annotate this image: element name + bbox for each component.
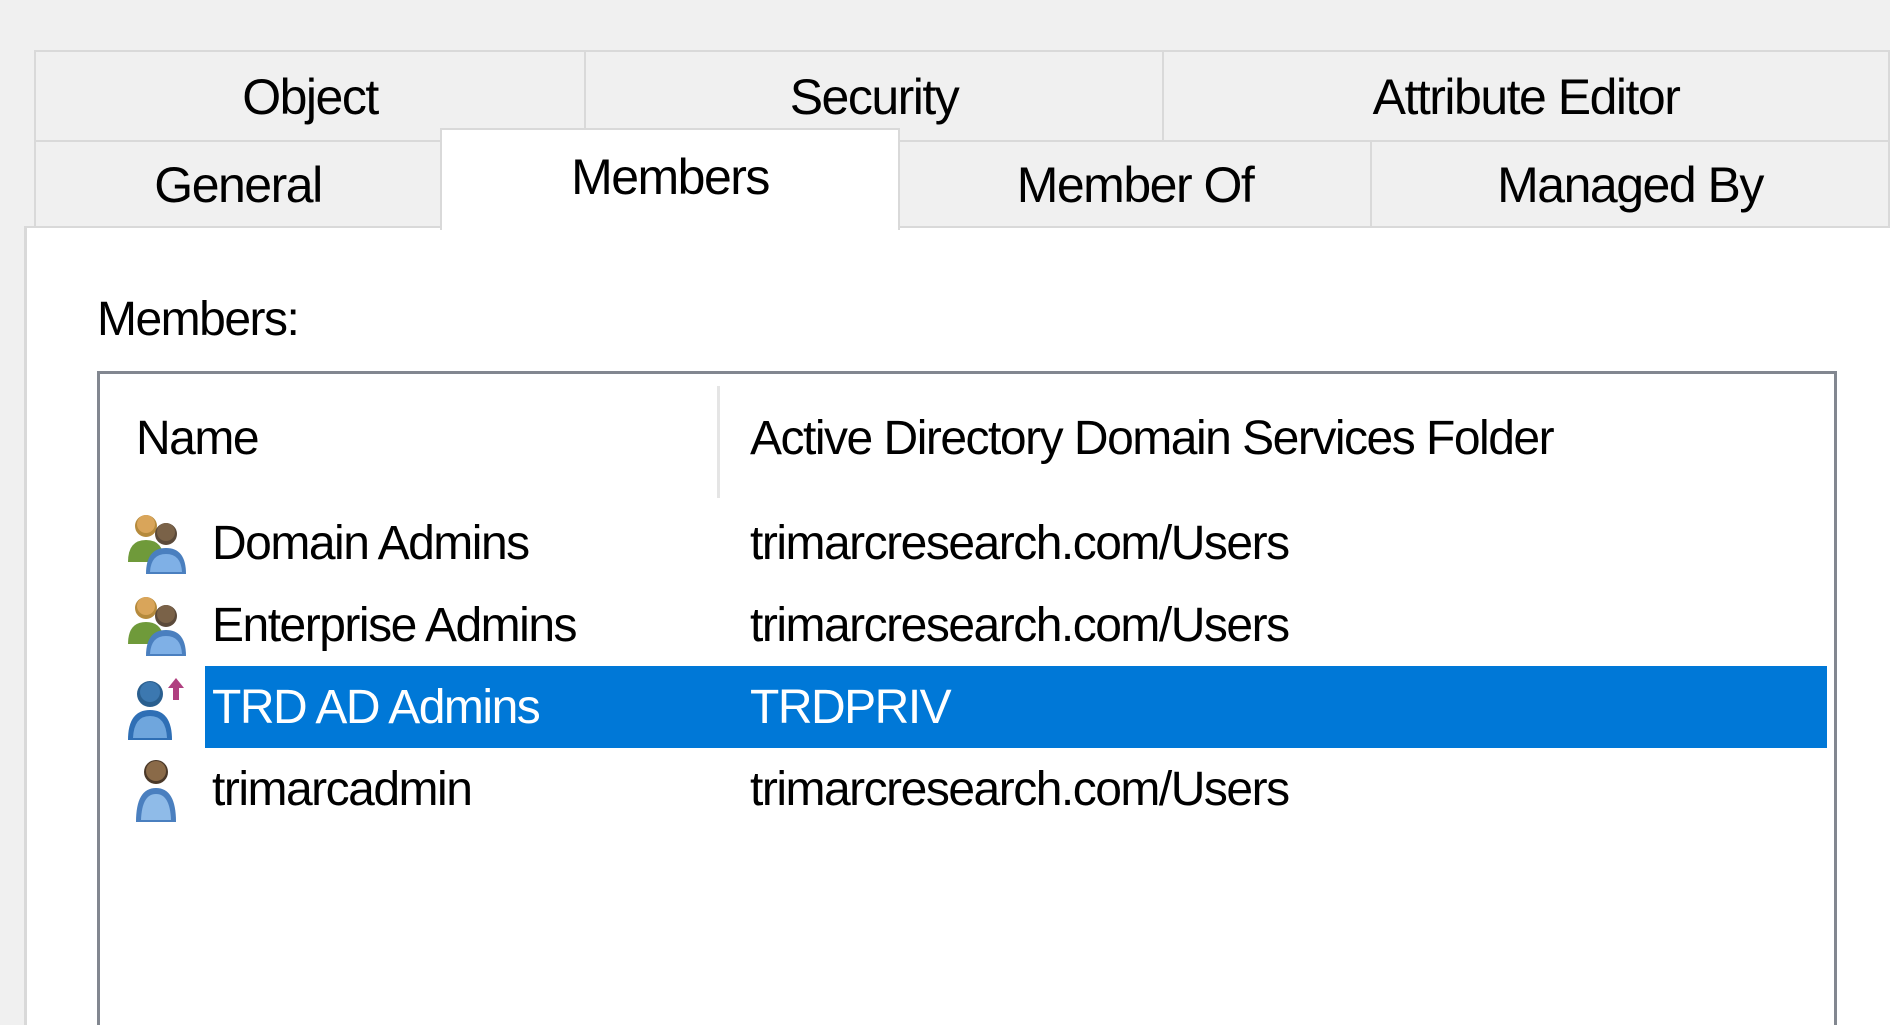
tab-member-of[interactable]: Member Of <box>898 140 1372 228</box>
list-item[interactable]: Enterprise Admins trimarcresearch.com/Us… <box>100 584 1834 666</box>
list-item-selected[interactable]: TRD AD Admins TRDPRIV <box>100 666 1834 748</box>
member-folder: trimarcresearch.com/Users <box>750 598 1290 652</box>
member-name: Enterprise Admins <box>212 598 578 652</box>
tab-attribute-editor[interactable]: Attribute Editor <box>1162 50 1890 142</box>
group-icon <box>128 515 186 574</box>
column-header-label: Active Directory Domain Services Folder <box>750 411 1555 465</box>
members-list[interactable]: Name Active Directory Domain Services Fo… <box>97 371 1837 1025</box>
members-label: Members: <box>97 293 300 346</box>
member-name: Domain Admins <box>212 516 530 570</box>
column-header-name[interactable]: Name <box>136 374 714 502</box>
tab-managed-by[interactable]: Managed By <box>1370 140 1890 228</box>
group-icon <box>128 597 186 656</box>
tab-label: Object <box>242 69 379 125</box>
tab-label: General <box>154 157 323 213</box>
list-item[interactable]: Domain Admins trimarcresearch.com/Users <box>100 502 1834 584</box>
member-folder: trimarcresearch.com/Users <box>750 516 1290 570</box>
tab-label: Member Of <box>1016 157 1255 213</box>
tab-members[interactable]: Members <box>440 128 900 230</box>
member-folder: trimarcresearch.com/Users <box>750 762 1290 816</box>
tab-label: Security <box>789 69 960 125</box>
user-icon <box>136 760 176 822</box>
member-name: trimarcadmin <box>212 762 473 816</box>
tab-label: Managed By <box>1497 157 1764 213</box>
list-item[interactable]: trimarcadmin trimarcresearch.com/Users <box>100 748 1834 830</box>
tab-label: Members <box>571 149 770 205</box>
column-divider[interactable] <box>717 386 720 498</box>
tab-general[interactable]: General <box>34 140 442 228</box>
member-folder: TRDPRIV <box>750 680 952 734</box>
properties-dialog: Object Security Attribute Editor General… <box>0 0 1890 1025</box>
tab-label: Attribute Editor <box>1372 69 1681 125</box>
foreign-security-principal-icon <box>128 678 184 740</box>
column-header-folder[interactable]: Active Directory Domain Services Folder <box>750 374 1830 502</box>
column-header-label: Name <box>136 411 260 465</box>
member-name: TRD AD Admins <box>212 680 541 734</box>
